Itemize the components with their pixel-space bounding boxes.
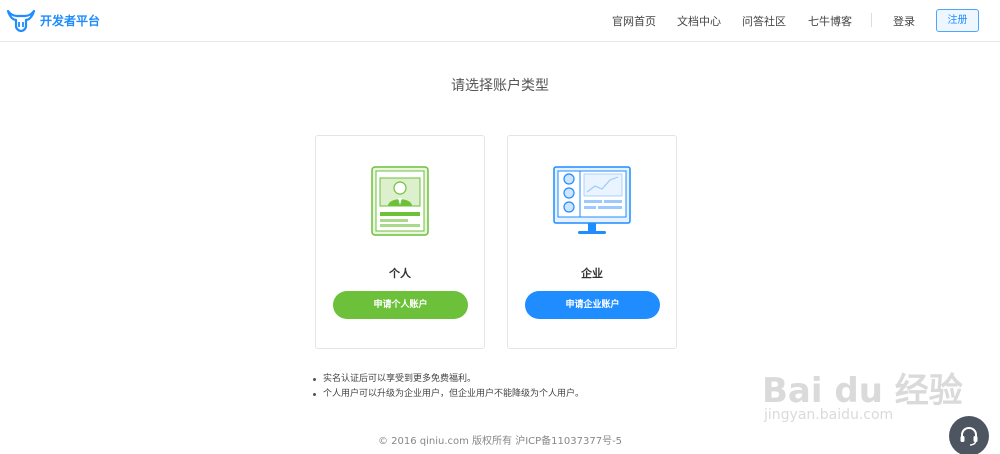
nav-home[interactable]: 官网首页 bbox=[612, 13, 656, 29]
nav-divider bbox=[871, 13, 872, 27]
personal-label: 个人 bbox=[389, 267, 411, 280]
enterprise-account-card[interactable]: 企业 申请企业账户 bbox=[507, 135, 677, 349]
login-link[interactable]: 登录 bbox=[893, 13, 915, 29]
page-title: 请选择账户类型 bbox=[451, 78, 549, 94]
apply-enterprise-button[interactable]: 申请企业账户 bbox=[525, 291, 660, 319]
enterprise-monitor-icon bbox=[508, 164, 676, 244]
list-item: 实名认证后可以享受到更多免费福利。 bbox=[313, 372, 584, 387]
nav-community[interactable]: 问答社区 bbox=[742, 13, 786, 29]
list-item: 个人用户可以升级为企业用户，但企业用户不能降级为个人用户。 bbox=[313, 387, 584, 402]
personal-id-card-icon bbox=[316, 164, 484, 244]
personal-account-card[interactable]: 个人 申请个人账户 bbox=[315, 135, 485, 349]
note-text: 实名认证后可以享受到更多免费福利。 bbox=[323, 374, 477, 384]
headset-icon bbox=[960, 426, 978, 446]
enterprise-label: 企业 bbox=[581, 267, 603, 280]
nav-blog[interactable]: 七牛博客 bbox=[808, 13, 852, 29]
logo-text: 开发者平台 bbox=[40, 13, 101, 28]
bullet bbox=[313, 378, 316, 381]
note-text: 个人用户可以升级为企业用户，但企业用户不能降级为个人用户。 bbox=[323, 389, 585, 399]
qiniu-logo-icon bbox=[6, 9, 36, 32]
apply-personal-button[interactable]: 申请个人账户 bbox=[333, 291, 468, 319]
nav-docs[interactable]: 文档中心 bbox=[677, 13, 721, 29]
bullet bbox=[313, 393, 316, 396]
customer-support-button[interactable] bbox=[949, 416, 989, 454]
top-navbar: 开发者平台 官网首页 文档中心 问答社区 七牛博客 登录 注册 bbox=[0, 0, 1000, 42]
baidu-watermark: Bai du 经验 jingyan.baidu.com bbox=[762, 345, 963, 435]
logo[interactable]: 开发者平台 bbox=[6, 8, 100, 32]
register-button[interactable]: 注册 bbox=[936, 9, 979, 32]
notes-list: 实名认证后可以享受到更多免费福利。 个人用户可以升级为企业用户，但企业用户不能降… bbox=[313, 372, 584, 402]
watermark-url: jingyan.baidu.com bbox=[764, 407, 894, 423]
watermark-brand: Bai du 经验 bbox=[762, 371, 963, 411]
